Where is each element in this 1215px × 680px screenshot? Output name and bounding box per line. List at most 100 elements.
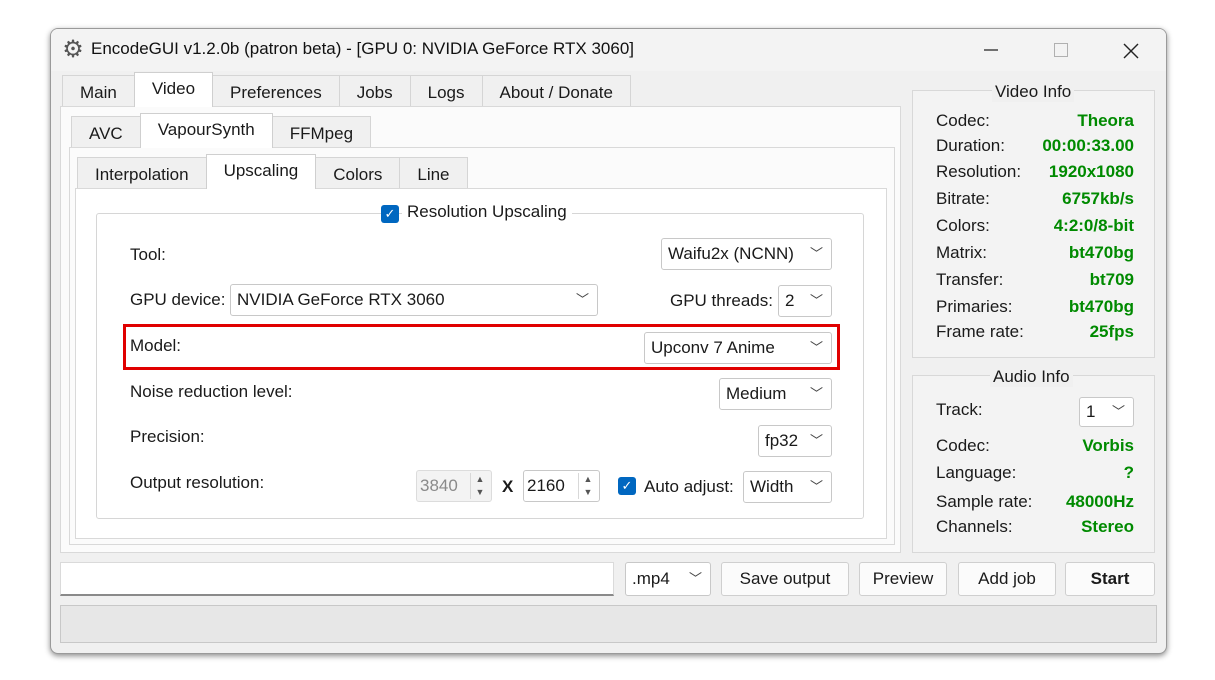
info-key: Bitrate: xyxy=(936,189,990,208)
container-value: .mp4 xyxy=(632,569,670,588)
info-value: bt709 xyxy=(1089,270,1134,289)
precision-select[interactable]: fp32 ﹀ xyxy=(758,425,832,457)
tab-avc[interactable]: AVC xyxy=(71,116,141,148)
chevron-down-icon: ﹀ xyxy=(809,246,823,261)
info-value: Stereo xyxy=(1081,517,1134,536)
track-value: 1 xyxy=(1086,402,1096,421)
up-arrow-icon[interactable]: ▲ xyxy=(471,473,489,486)
info-value: 4:2:0/8-bit xyxy=(1053,216,1134,235)
model-highlight-box xyxy=(123,324,840,370)
video-info-panel: Video Info Codec: Theora Duration: 00:00:3… xyxy=(912,82,1155,358)
audio-info-panel: Audio Info Track: 1 ﹀ Codec: Vorbis Langua… xyxy=(912,367,1155,553)
tool-select-value: Waifu2x (NCNN) xyxy=(668,244,794,263)
gpu-threads-label: GPU threads: xyxy=(670,291,773,310)
tool-label: Tool: xyxy=(130,245,166,264)
info-key: Frame rate: xyxy=(936,322,1024,341)
info-value: 6757kb/s xyxy=(1062,189,1134,208)
spinner-arrows[interactable]: ▲ ▼ xyxy=(470,473,489,499)
close-button[interactable] xyxy=(1108,29,1154,71)
info-key: Channels: xyxy=(936,517,1013,536)
info-key: Language: xyxy=(936,463,1017,482)
noise-reduction-value: Medium xyxy=(726,384,787,403)
precision-label: Precision: xyxy=(130,427,205,446)
info-key: Duration: xyxy=(936,136,1005,155)
tab-preferences[interactable]: Preferences xyxy=(212,75,340,107)
info-key: Matrix: xyxy=(936,243,987,262)
info-value: bt470bg xyxy=(1068,297,1134,316)
audio-info-title: Audio Info xyxy=(990,367,1073,387)
main-tab-bar: Main Video Preferences Jobs Logs About /… xyxy=(62,72,631,107)
tab-main[interactable]: Main xyxy=(62,75,135,107)
tab-line[interactable]: Line xyxy=(399,157,468,189)
tab-upscaling[interactable]: Upscaling xyxy=(205,154,317,189)
auto-adjust-label: Auto adjust: xyxy=(644,477,734,496)
start-button[interactable]: Start xyxy=(1065,562,1155,596)
output-height-spinner[interactable]: 2160 ▲ ▼ xyxy=(523,470,600,502)
info-key: Primaries: xyxy=(936,297,1013,316)
window-title: EncodeGUI v1.2.0b (patron beta) - [GPU 0… xyxy=(91,39,634,58)
track-label: Track: xyxy=(936,400,983,419)
tab-video[interactable]: Video xyxy=(133,72,214,107)
info-value: Theora xyxy=(1077,111,1134,130)
auto-adjust-value: Width xyxy=(750,477,794,496)
add-job-button[interactable]: Add job xyxy=(958,562,1056,596)
up-arrow-icon[interactable]: ▲ xyxy=(579,473,597,486)
tab-interpolation[interactable]: Interpolation xyxy=(77,157,207,189)
auto-adjust-checkbox[interactable]: ✓ xyxy=(618,477,636,495)
save-output-button[interactable]: Save output xyxy=(721,562,849,596)
minimize-icon xyxy=(984,49,998,51)
tab-vapoursynth[interactable]: VapourSynth xyxy=(139,113,273,148)
precision-value: fp32 xyxy=(765,431,799,450)
minimize-button[interactable] xyxy=(968,29,1014,71)
container-select[interactable]: .mp4 ﹀ xyxy=(625,562,711,596)
info-value: Vorbis xyxy=(1082,436,1134,455)
tab-logs[interactable]: Logs xyxy=(409,75,483,107)
output-height-value: 2160 xyxy=(527,476,565,495)
gpu-device-value: NVIDIA GeForce RTX 3060 xyxy=(237,290,445,309)
resolution-upscaling-label: Resolution Upscaling xyxy=(402,202,572,222)
progress-bar xyxy=(60,605,1157,643)
gpu-threads-value: 2 xyxy=(785,291,795,310)
chevron-down-icon: ﹀ xyxy=(809,386,823,401)
down-arrow-icon[interactable]: ▼ xyxy=(471,486,489,499)
close-icon xyxy=(1123,43,1139,59)
chevron-down-icon: ﹀ xyxy=(575,292,589,307)
gpu-device-label: GPU device: xyxy=(130,290,226,309)
noise-reduction-select[interactable]: Medium ﹀ xyxy=(719,378,832,410)
info-key: Sample rate: xyxy=(936,492,1033,511)
info-key: Colors: xyxy=(936,216,990,235)
tab-ffmpeg[interactable]: FFMpeg xyxy=(271,116,372,148)
tab-about-donate[interactable]: About / Donate xyxy=(481,75,631,107)
info-key: Codec: xyxy=(936,436,990,455)
info-value: bt470bg xyxy=(1068,243,1134,262)
preview-button[interactable]: Preview xyxy=(859,562,947,596)
info-key: Transfer: xyxy=(936,270,1004,289)
noise-reduction-label: Noise reduction level: xyxy=(130,382,293,401)
chevron-down-icon: ﹀ xyxy=(809,433,823,448)
tab-jobs[interactable]: Jobs xyxy=(338,75,411,107)
info-value: 48000Hz xyxy=(1065,492,1134,511)
chevron-down-icon: ﹀ xyxy=(809,293,823,308)
resolution-upscaling-checkbox[interactable]: ✓ xyxy=(381,205,399,223)
codec-tab-bar: AVC VapourSynth FFMpeg xyxy=(71,113,372,148)
maximize-icon xyxy=(1054,43,1068,57)
app-window: ⚙ EncodeGUI v1.2.0b (patron beta) - [GPU… xyxy=(50,28,1167,654)
tab-colors[interactable]: Colors xyxy=(315,157,401,189)
output-path-input[interactable] xyxy=(60,562,614,596)
down-arrow-icon[interactable]: ▼ xyxy=(579,486,597,499)
output-width-spinner[interactable]: 3840 ▲ ▼ xyxy=(416,470,492,502)
gpu-device-select[interactable]: NVIDIA GeForce RTX 3060 ﹀ xyxy=(230,284,598,316)
auto-adjust-select[interactable]: Width ﹀ xyxy=(743,471,832,503)
tool-select[interactable]: Waifu2x (NCNN) ﹀ xyxy=(661,238,832,270)
chevron-down-icon: ﹀ xyxy=(1111,404,1125,419)
spinner-arrows[interactable]: ▲ ▼ xyxy=(578,473,597,499)
video-info-title: Video Info xyxy=(992,82,1075,102)
gpu-threads-select[interactable]: 2 ﹀ xyxy=(778,285,832,317)
maximize-button[interactable] xyxy=(1038,29,1084,71)
info-key: Codec: xyxy=(936,111,990,130)
info-value: 00:00:33.00 xyxy=(1042,136,1134,155)
title-bar: ⚙ EncodeGUI v1.2.0b (patron beta) - [GPU… xyxy=(51,29,1166,71)
chevron-down-icon: ﹀ xyxy=(688,571,702,586)
output-width-value: 3840 xyxy=(420,476,458,495)
track-select[interactable]: 1 ﹀ xyxy=(1079,397,1134,427)
